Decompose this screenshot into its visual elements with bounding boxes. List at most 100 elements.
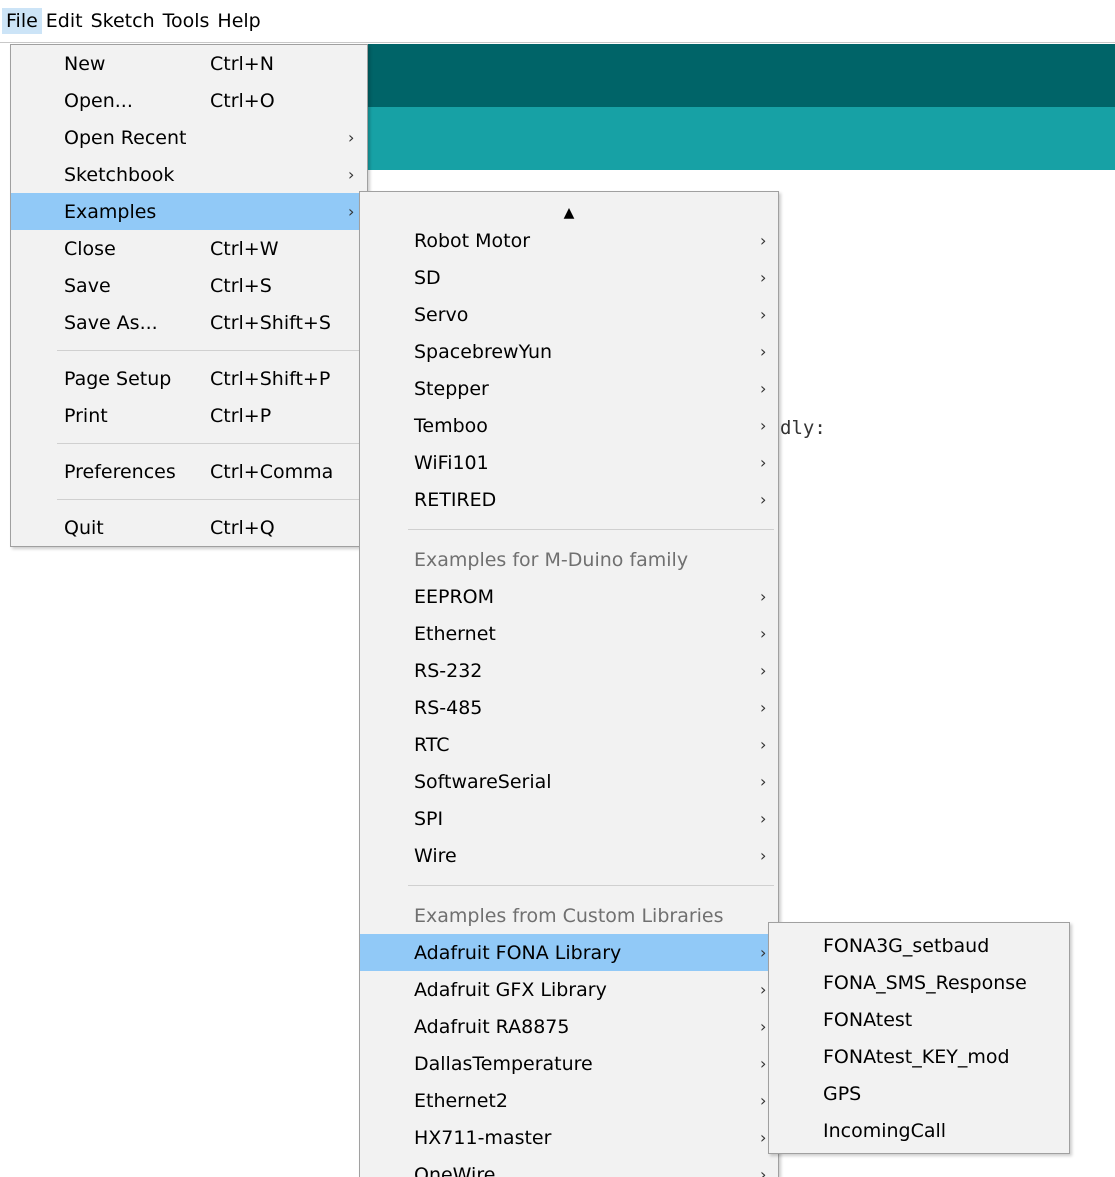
menu-item-new[interactable]: New Ctrl+N — [11, 45, 367, 82]
menu-sketch[interactable]: Sketch — [87, 8, 159, 34]
menu-item-open[interactable]: Open... Ctrl+O — [11, 82, 367, 119]
menu-item-label: FONA3G_setbaud — [823, 935, 989, 957]
menu-bar: File Edit Sketch Tools Help — [0, 0, 1115, 43]
chevron-right-icon: › — [760, 980, 766, 999]
example-wire[interactable]: Wire › — [360, 837, 778, 874]
fona-example-item[interactable]: FONA_SMS_Response — [769, 964, 1069, 1001]
menu-item-label: IncomingCall — [823, 1120, 946, 1142]
example-hx711-master[interactable]: HX711-master › — [360, 1119, 778, 1156]
menu-item-label: Adafruit FONA Library — [414, 942, 621, 964]
menu-item-label: Servo — [414, 304, 468, 326]
fona-example-item[interactable]: FONAtest_KEY_mod — [769, 1038, 1069, 1075]
example-onewire[interactable]: OneWire › — [360, 1156, 778, 1177]
menu-item-label: Open Recent — [64, 127, 186, 149]
menu-item-label: Sketchbook — [64, 164, 174, 186]
example-spi[interactable]: SPI › — [360, 800, 778, 837]
fona-example-item[interactable]: FONAtest — [769, 1001, 1069, 1038]
fona-example-item[interactable]: IncomingCall — [769, 1112, 1069, 1149]
menu-edit[interactable]: Edit — [42, 8, 87, 34]
example-adafruit-ra8875[interactable]: Adafruit RA8875 › — [360, 1008, 778, 1045]
fona-example-item[interactable]: FONA3G_setbaud — [769, 927, 1069, 964]
example-spacebrewyun[interactable]: SpacebrewYun › — [360, 333, 778, 370]
menu-separator — [408, 885, 774, 886]
menu-separator — [57, 443, 365, 444]
example-servo[interactable]: Servo › — [360, 296, 778, 333]
section-header-label: Examples for M-Duino family — [414, 549, 688, 571]
section-header-label: Examples from Custom Libraries — [414, 905, 724, 927]
example-wifi101[interactable]: WiFi101 › — [360, 444, 778, 481]
example-temboo[interactable]: Temboo › — [360, 407, 778, 444]
menu-item-label: WiFi101 — [414, 452, 489, 474]
menu-tools[interactable]: Tools — [159, 8, 214, 34]
ide-toolbar — [360, 44, 1115, 107]
chevron-right-icon: › — [760, 698, 766, 717]
chevron-right-icon: › — [760, 1054, 766, 1073]
menu-item-label: Page Setup — [64, 368, 171, 390]
menu-item-page-setup[interactable]: Page Setup Ctrl+Shift+P — [11, 360, 367, 397]
menu-item-open-recent[interactable]: Open Recent › — [11, 119, 367, 156]
menu-file[interactable]: File — [2, 8, 42, 34]
menu-separator — [57, 350, 365, 351]
example-ethernet2[interactable]: Ethernet2 › — [360, 1082, 778, 1119]
menu-item-print[interactable]: Print Ctrl+P — [11, 397, 367, 434]
example-softwareserial[interactable]: SoftwareSerial › — [360, 763, 778, 800]
menu-item-label: SpacebrewYun — [414, 341, 552, 363]
menu-item-label: Preferences — [64, 461, 176, 483]
menu-item-label: Adafruit GFX Library — [414, 979, 607, 1001]
menu-item-label: Print — [64, 405, 108, 427]
menu-item-label: RTC — [414, 734, 450, 756]
ide-tab-header — [360, 107, 1115, 170]
chevron-right-icon: › — [760, 943, 766, 962]
example-adafruit-gfx[interactable]: Adafruit GFX Library › — [360, 971, 778, 1008]
editor-text[interactable]: dly: — [780, 417, 826, 439]
menu-item-shortcut: Ctrl+Shift+P — [210, 368, 330, 390]
menu-item-close[interactable]: Close Ctrl+W — [11, 230, 367, 267]
example-retired[interactable]: RETIRED › — [360, 481, 778, 518]
menu-item-save-as[interactable]: Save As... Ctrl+Shift+S — [11, 304, 367, 341]
menu-item-label: Open... — [64, 90, 133, 112]
menu-item-label: EEPROM — [414, 586, 494, 608]
menu-item-label: Close — [64, 238, 116, 260]
chevron-right-icon: › — [760, 342, 766, 361]
menu-item-label: Adafruit RA8875 — [414, 1016, 569, 1038]
menu-item-label: RS-232 — [414, 660, 482, 682]
menu-item-label: SoftwareSerial — [414, 771, 552, 793]
example-rtc[interactable]: RTC › — [360, 726, 778, 763]
example-robot-motor[interactable]: Robot Motor › — [360, 222, 778, 259]
menu-item-label: Stepper — [414, 378, 489, 400]
menu-item-label: New — [64, 53, 105, 75]
example-dallastemperature[interactable]: DallasTemperature › — [360, 1045, 778, 1082]
menu-item-quit[interactable]: Quit Ctrl+Q — [11, 509, 367, 546]
menu-item-shortcut: Ctrl+S — [210, 275, 272, 297]
menu-help[interactable]: Help — [213, 8, 264, 34]
menu-item-label: Quit — [64, 517, 104, 539]
chevron-right-icon: › — [760, 268, 766, 287]
menu-item-label: FONAtest_KEY_mod — [823, 1046, 1010, 1068]
example-stepper[interactable]: Stepper › — [360, 370, 778, 407]
chevron-right-icon: › — [348, 202, 354, 221]
menu-item-shortcut: Ctrl+N — [210, 53, 274, 75]
chevron-right-icon: › — [760, 624, 766, 643]
menu-item-label: Save — [64, 275, 111, 297]
menu-item-preferences[interactable]: Preferences Ctrl+Comma — [11, 453, 367, 490]
example-adafruit-fona[interactable]: Adafruit FONA Library › — [360, 934, 778, 971]
section-header-custom: Examples from Custom Libraries — [360, 897, 778, 934]
chevron-right-icon: › — [760, 1017, 766, 1036]
menu-item-label: GPS — [823, 1083, 861, 1105]
chevron-right-icon: › — [760, 231, 766, 250]
menu-item-label: SD — [414, 267, 441, 289]
example-rs232[interactable]: RS-232 › — [360, 652, 778, 689]
scroll-up-arrow-icon[interactable]: ▲ — [360, 192, 778, 222]
section-header-mduino: Examples for M-Duino family — [360, 541, 778, 578]
example-ethernet[interactable]: Ethernet › — [360, 615, 778, 652]
chevron-right-icon: › — [760, 1091, 766, 1110]
fona-example-item[interactable]: GPS — [769, 1075, 1069, 1112]
menu-item-examples[interactable]: Examples › — [11, 193, 367, 230]
chevron-right-icon: › — [760, 846, 766, 865]
menu-item-save[interactable]: Save Ctrl+S — [11, 267, 367, 304]
chevron-right-icon: › — [760, 1128, 766, 1147]
menu-item-sketchbook[interactable]: Sketchbook › — [11, 156, 367, 193]
example-sd[interactable]: SD › — [360, 259, 778, 296]
example-rs485[interactable]: RS-485 › — [360, 689, 778, 726]
example-eeprom[interactable]: EEPROM › — [360, 578, 778, 615]
